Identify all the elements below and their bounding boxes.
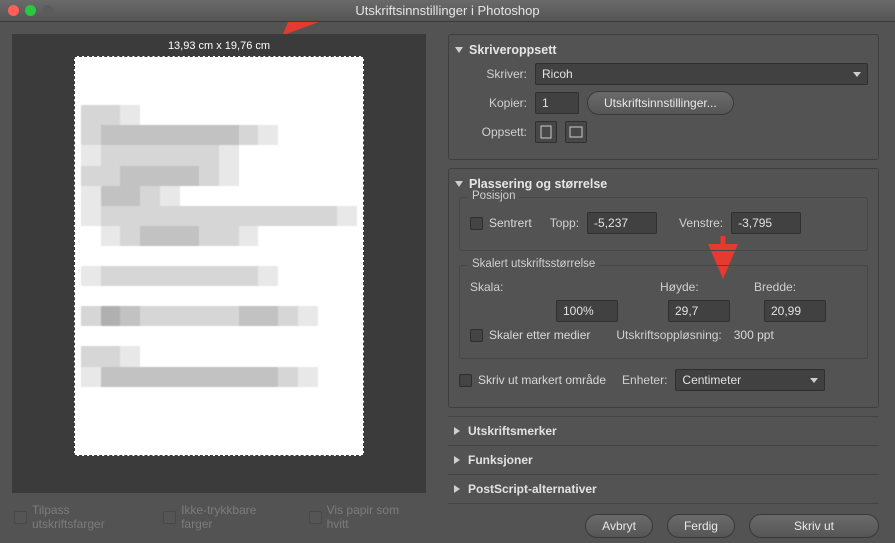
checkbox-icon <box>309 511 322 524</box>
checkbox-icon <box>470 329 483 342</box>
height-input[interactable] <box>668 300 730 322</box>
postscript-section[interactable]: PostScript-alternativer <box>448 474 879 504</box>
chevron-down-icon <box>810 378 818 383</box>
cancel-button[interactable]: Avbryt <box>585 514 653 538</box>
chevron-right-icon <box>454 427 460 435</box>
scale-input[interactable] <box>556 300 618 322</box>
printer-setup-header: Skriveroppsett <box>469 43 557 57</box>
print-settings-button[interactable]: Utskriftsinnstillinger... <box>587 91 734 115</box>
top-input[interactable] <box>587 212 657 234</box>
scaled-size-group: Skalert utskriftsstørrelse Skala: Høyde:… <box>459 265 868 359</box>
chevron-down-icon[interactable] <box>455 47 463 53</box>
functions-section[interactable]: Funksjoner <box>448 445 879 474</box>
top-label: Topp: <box>550 216 579 230</box>
preview-size-label: 13,93 cm x 19,76 cm <box>168 40 270 52</box>
width-input[interactable] <box>764 300 826 322</box>
printer-label: Skriver: <box>459 67 527 81</box>
print-selection-checkbox[interactable]: Skriv ut markert område <box>459 373 606 387</box>
copies-label: Kopier: <box>459 96 527 110</box>
minimize-icon[interactable] <box>25 5 36 16</box>
left-label: Venstre: <box>679 216 723 230</box>
chevron-right-icon <box>454 456 460 464</box>
done-button[interactable]: Ferdig <box>667 514 735 538</box>
position-legend: Posisjon <box>468 190 519 202</box>
units-select[interactable]: Centimeter <box>675 369 825 391</box>
preview-options: Tilpass utskriftsfarger Ikke-trykkbare f… <box>12 493 426 531</box>
paper-preview: Pond jest no 006109 <box>74 56 364 456</box>
chevron-down-icon <box>853 72 861 77</box>
print-preview: 13,93 cm x 19,76 cm Pond jest no 006109 <box>12 34 426 493</box>
settings-pane: Skriveroppsett Skriver: Ricoh Kopier: Ut… <box>438 22 895 543</box>
checkbox-icon <box>14 511 27 524</box>
window-title: Utskriftsinnstillinger i Photoshop <box>0 3 895 18</box>
scaled-size-legend: Skalert utskriftsstørrelse <box>468 258 599 270</box>
units-label: Enheter: <box>622 373 667 387</box>
pixelated-document-icon <box>81 65 357 447</box>
position-group: Posisjon Sentrert Topp: Venstre: <box>459 197 868 251</box>
placement-header: Plassering og størrelse <box>469 177 607 191</box>
resolution-label: Utskriftsoppløsning: <box>616 328 721 342</box>
print-marks-section[interactable]: Utskriftsmerker <box>448 416 879 445</box>
portrait-orientation-button[interactable] <box>535 121 557 143</box>
landscape-orientation-button[interactable] <box>565 121 587 143</box>
placement-size-section: Plassering og størrelse Posisjon Sentrer… <box>448 168 879 408</box>
scale-to-media-checkbox[interactable]: Skaler etter medier <box>470 328 590 342</box>
print-button[interactable]: Skriv ut <box>749 514 879 538</box>
zoom-icon[interactable] <box>42 5 53 16</box>
preview-pane: 13,93 cm x 19,76 cm Pond jest no 006109 <box>0 22 438 543</box>
left-input[interactable] <box>731 212 801 234</box>
printer-setup-section: Skriveroppsett Skriver: Ricoh Kopier: Ut… <box>448 34 879 160</box>
checkbox-icon <box>470 217 483 230</box>
dialog-footer: Avbryt Ferdig Skriv ut <box>448 504 879 538</box>
printer-select[interactable]: Ricoh <box>535 63 868 85</box>
chevron-down-icon[interactable] <box>455 181 463 187</box>
width-label: Bredde: <box>754 280 814 294</box>
close-icon[interactable] <box>8 5 19 16</box>
non-printable-colors-checkbox: Ikke-trykkbare farger <box>163 503 291 531</box>
window-controls <box>8 5 53 16</box>
fit-print-colors-checkbox: Tilpass utskriftsfarger <box>14 503 145 531</box>
height-label: Høyde: <box>660 280 714 294</box>
chevron-right-icon <box>454 485 460 493</box>
copies-input[interactable] <box>535 92 579 114</box>
printer-select-value: Ricoh <box>542 67 573 81</box>
centered-checkbox[interactable]: Sentrert <box>470 216 532 230</box>
scale-label: Skala: <box>470 280 530 294</box>
checkbox-icon <box>459 374 472 387</box>
layout-label: Oppsett: <box>459 125 527 139</box>
titlebar: Utskriftsinnstillinger i Photoshop <box>0 0 895 22</box>
resolution-value: 300 ppt <box>734 328 774 342</box>
units-select-value: Centimeter <box>682 373 741 387</box>
checkbox-icon <box>163 511 176 524</box>
show-paper-white-checkbox: Vis papir som hvitt <box>309 503 424 531</box>
